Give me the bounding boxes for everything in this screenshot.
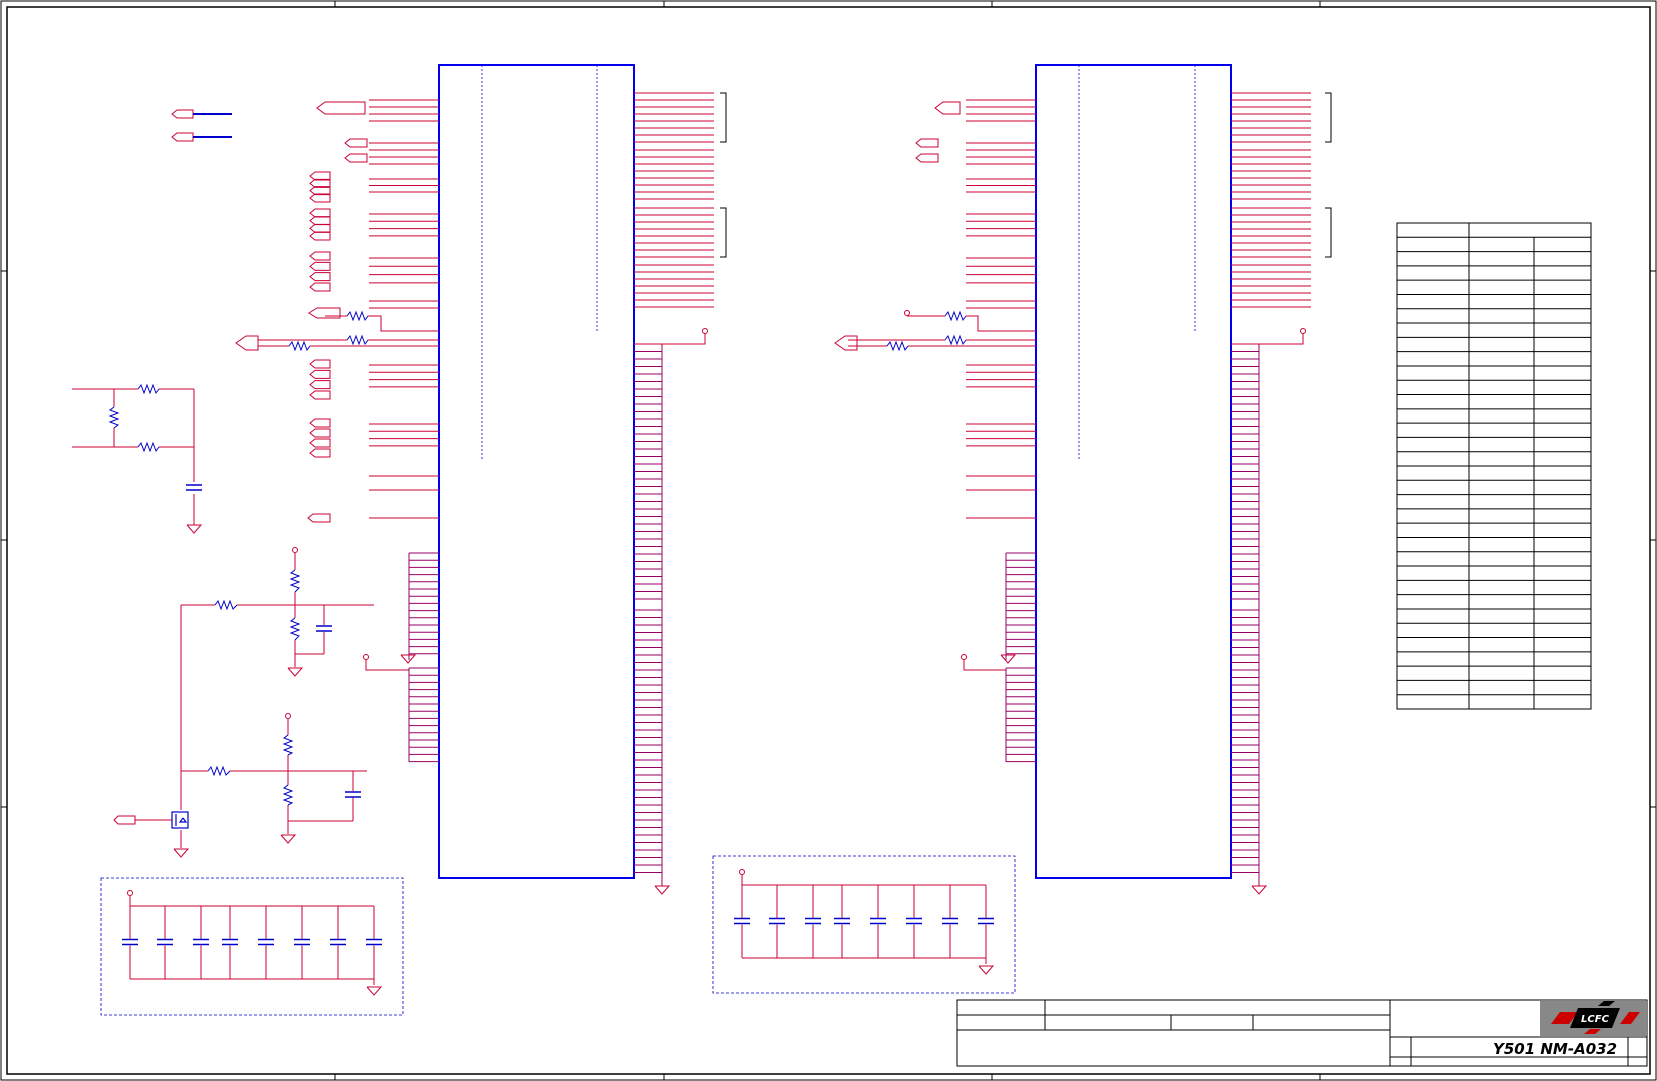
port-icon bbox=[915, 153, 939, 163]
port-icon bbox=[915, 138, 939, 148]
port-icon bbox=[309, 390, 331, 400]
port-icon bbox=[309, 216, 331, 226]
schematic-sheet: LCFC Y501 NM-A032 bbox=[0, 0, 1657, 1081]
port-icon bbox=[309, 282, 331, 292]
ground-icon bbox=[1000, 654, 1017, 664]
port-icon bbox=[309, 369, 331, 379]
port-icon bbox=[309, 251, 331, 261]
port-icon bbox=[309, 171, 331, 181]
power-icon bbox=[739, 869, 745, 875]
port-icon bbox=[171, 132, 194, 142]
port-icon bbox=[309, 448, 331, 458]
resistor-icon bbox=[108, 383, 160, 453]
u2-left-ports bbox=[834, 101, 961, 351]
u1-pin-wires bbox=[363, 92, 714, 886]
port-icon bbox=[309, 186, 331, 196]
port-icon bbox=[309, 438, 331, 448]
port-icon bbox=[235, 335, 259, 351]
resistor-icon bbox=[207, 734, 294, 806]
ic-u2[interactable] bbox=[1035, 64, 1232, 879]
ground-icon bbox=[400, 654, 417, 664]
port-icon bbox=[309, 428, 331, 438]
mosfet-icon bbox=[171, 811, 189, 829]
company-logo: LCFC bbox=[1540, 1001, 1647, 1036]
power-icon bbox=[363, 654, 369, 660]
divider-circuit-2 bbox=[135, 713, 367, 858]
port-icon bbox=[309, 359, 331, 369]
resistor-wires bbox=[258, 315, 1036, 347]
ground-icon bbox=[978, 965, 995, 975]
power-icon bbox=[292, 547, 298, 553]
ground-icons bbox=[400, 654, 1268, 895]
ic-u1[interactable] bbox=[438, 64, 635, 879]
power-wire bbox=[365, 660, 409, 671]
port-stacks bbox=[309, 171, 331, 458]
capacitor-icon bbox=[345, 791, 361, 798]
ground-icon bbox=[186, 524, 203, 534]
port-icon bbox=[834, 335, 858, 351]
port-icon bbox=[316, 101, 366, 115]
port-icon bbox=[113, 815, 136, 825]
top-left-nets bbox=[193, 113, 232, 138]
ground-icon bbox=[654, 885, 671, 895]
power-icon bbox=[961, 654, 967, 660]
port-icon bbox=[309, 208, 331, 218]
port-icon bbox=[934, 101, 961, 115]
port-icon bbox=[309, 231, 331, 241]
bus-brackets bbox=[720, 92, 1332, 258]
power-icon bbox=[127, 890, 133, 896]
port-icon bbox=[309, 272, 331, 282]
port-icon bbox=[171, 109, 194, 119]
ground-icon bbox=[173, 848, 190, 858]
ground-icon bbox=[366, 986, 383, 996]
port-icon bbox=[309, 223, 331, 233]
ground-icon bbox=[280, 834, 297, 844]
power-icon bbox=[904, 310, 910, 316]
port-icon bbox=[309, 380, 331, 390]
ground-icon bbox=[1251, 885, 1268, 895]
port-icon bbox=[344, 153, 368, 163]
power-wire bbox=[963, 660, 1006, 671]
port-icon bbox=[307, 513, 331, 523]
left-divider-network bbox=[72, 388, 203, 534]
u1-left-ports bbox=[113, 101, 368, 825]
power-icon bbox=[285, 713, 291, 719]
port-icon bbox=[309, 418, 331, 428]
capacitor-icon bbox=[316, 625, 332, 632]
port-icon bbox=[309, 261, 331, 271]
port-icon bbox=[309, 178, 331, 188]
u2-pin-wires bbox=[961, 92, 1311, 886]
port-icon bbox=[344, 138, 368, 148]
port-icon bbox=[309, 193, 331, 203]
capacitor-icon bbox=[186, 484, 202, 491]
logo-text: LCFC bbox=[1581, 1014, 1610, 1025]
pin-table bbox=[1396, 222, 1592, 710]
decoupling-cap-bank-1 bbox=[100, 877, 404, 1016]
power-icon bbox=[634, 328, 1306, 345]
decoupling-cap-bank-2 bbox=[712, 855, 1016, 994]
board-model: Y501 NM-A032 bbox=[1493, 1040, 1617, 1058]
sheet-frame bbox=[0, 0, 1657, 1081]
ground-icon bbox=[287, 667, 304, 677]
